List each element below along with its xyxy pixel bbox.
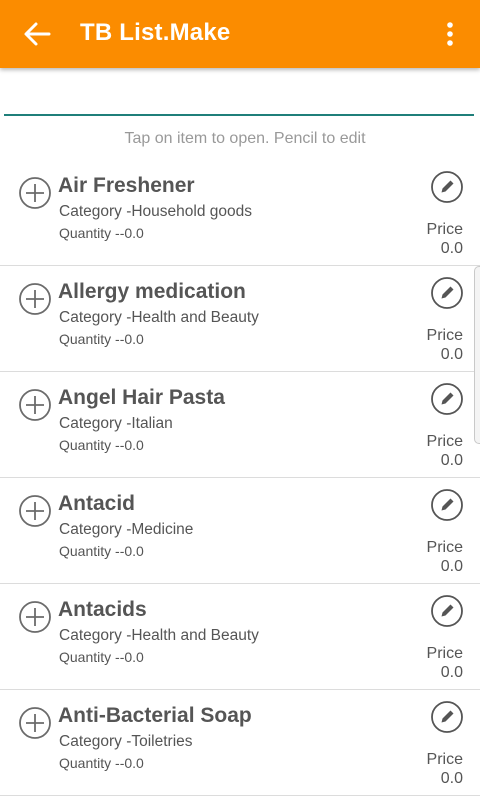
back-button[interactable] — [22, 20, 52, 48]
list-item[interactable]: Angel Hair Pasta Category -Italian Quant… — [0, 372, 480, 478]
edit-item-button[interactable] — [430, 276, 464, 310]
app-title: TB List.Make — [80, 19, 231, 46]
price-value: 0.0 — [440, 558, 463, 575]
item-quantity: Quantity --0.0 — [59, 543, 144, 559]
add-circle-icon — [19, 283, 51, 315]
item-list: Air Freshener Category -Household goods … — [0, 160, 480, 796]
pencil-icon — [431, 171, 463, 203]
item-quantity: Quantity --0.0 — [59, 225, 144, 241]
price-value: 0.0 — [440, 240, 463, 257]
item-category: Category -Toiletries — [59, 733, 193, 750]
list-item[interactable]: Antacids Category -Health and Beauty Qua… — [0, 584, 480, 690]
add-item-button[interactable] — [18, 176, 52, 210]
item-quantity: Quantity --0.0 — [59, 437, 144, 453]
price-label: Price — [426, 539, 463, 556]
hint-text: Tap on item to open. Pencil to edit — [124, 130, 366, 147]
add-item-button[interactable] — [18, 706, 52, 740]
item-name: Anti-Bacterial Soap — [58, 704, 252, 727]
item-name: Allergy medication — [58, 280, 246, 303]
item-name: Antacid — [58, 492, 136, 515]
overflow-menu-button[interactable] — [440, 18, 460, 50]
price-value: 0.0 — [440, 346, 463, 363]
item-quantity: Quantity --0.0 — [59, 755, 144, 771]
pencil-icon — [431, 383, 463, 415]
price-label: Price — [426, 433, 463, 450]
list-item[interactable]: Anti-Bacterial Soap Category -Toiletries… — [0, 690, 480, 796]
pencil-icon — [431, 595, 463, 627]
item-category: Category -Health and Beauty — [59, 309, 259, 326]
price-label: Price — [426, 221, 463, 238]
add-item-button[interactable] — [18, 600, 52, 634]
pencil-icon — [431, 701, 463, 733]
add-item-button[interactable] — [18, 388, 52, 422]
price-label: Price — [426, 327, 463, 344]
edit-item-button[interactable] — [430, 170, 464, 204]
arrow-left-icon — [24, 22, 51, 46]
item-name: Angel Hair Pasta — [58, 386, 225, 409]
pencil-icon — [431, 489, 463, 521]
item-category: Category -Medicine — [59, 521, 194, 538]
edit-item-button[interactable] — [430, 700, 464, 734]
add-circle-icon — [19, 389, 51, 421]
add-circle-icon — [19, 707, 51, 739]
scrollbar[interactable] — [474, 266, 480, 444]
price-label: Price — [426, 751, 463, 768]
edit-item-button[interactable] — [430, 382, 464, 416]
list-item[interactable]: Air Freshener Category -Household goods … — [0, 160, 480, 266]
price-value: 0.0 — [440, 664, 463, 681]
edit-item-button[interactable] — [430, 488, 464, 522]
item-quantity: Quantity --0.0 — [59, 649, 144, 665]
add-item-button[interactable] — [18, 494, 52, 528]
search-input[interactable] — [4, 80, 474, 116]
add-item-button[interactable] — [18, 282, 52, 316]
more-vert-icon — [447, 22, 453, 46]
edit-item-button[interactable] — [430, 594, 464, 628]
item-category: Category -Household goods — [59, 203, 253, 220]
app-bar: TB List.Make — [0, 0, 480, 68]
item-quantity: Quantity --0.0 — [59, 331, 144, 347]
price-label: Price — [426, 645, 463, 662]
item-name: Air Freshener — [58, 174, 195, 197]
add-circle-icon — [19, 177, 51, 209]
item-name: Antacids — [58, 598, 147, 621]
item-category: Category -Italian — [59, 415, 173, 432]
add-circle-icon — [19, 495, 51, 527]
pencil-icon — [431, 277, 463, 309]
add-circle-icon — [19, 601, 51, 633]
item-category: Category -Health and Beauty — [59, 627, 259, 644]
price-value: 0.0 — [440, 452, 463, 469]
list-item[interactable]: Allergy medication Category -Health and … — [0, 266, 480, 372]
list-item[interactable]: Antacid Category -Medicine Quantity --0.… — [0, 478, 480, 584]
price-value: 0.0 — [440, 770, 463, 787]
